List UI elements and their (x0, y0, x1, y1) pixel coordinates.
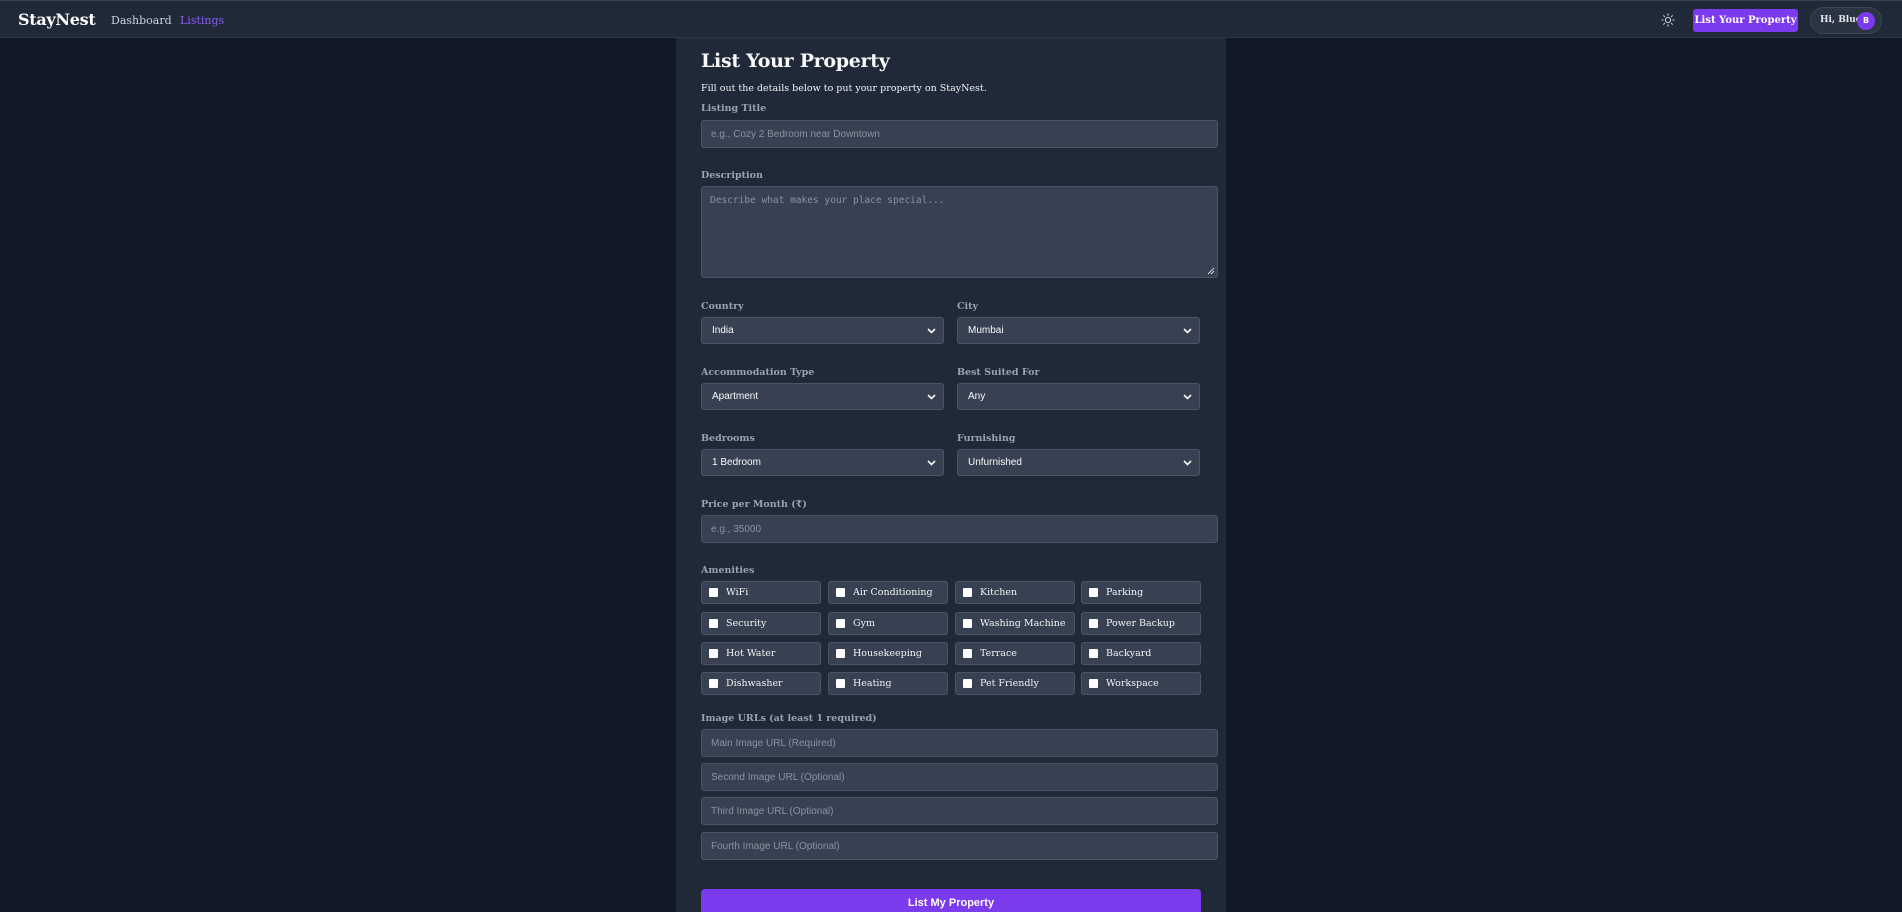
amenity-checkbox[interactable] (836, 588, 845, 597)
amenity-label: WiFi (726, 587, 749, 598)
amenity-checkbox[interactable] (1089, 588, 1098, 597)
bedrooms-label: Bedrooms (701, 433, 755, 444)
amenity-label: Washing Machine (980, 618, 1066, 629)
furnishing-select[interactable]: Unfurnished (957, 449, 1200, 476)
amenity-label: Security (726, 618, 767, 629)
amenity-gym[interactable]: Gym (828, 612, 948, 635)
amenity-checkbox[interactable] (709, 649, 718, 658)
amenity-air-conditioning[interactable]: Air Conditioning (828, 581, 948, 604)
amenity-workspace[interactable]: Workspace (1081, 672, 1201, 695)
list-my-property-button[interactable]: List My Property (701, 889, 1201, 912)
top-navbar: StayNest Dashboard Listings List Your Pr… (0, 0, 1902, 38)
amenity-label: Heating (853, 678, 892, 689)
brand-logo[interactable]: StayNest (18, 10, 96, 29)
amenity-terrace[interactable]: Terrace (955, 642, 1075, 665)
amenity-checkbox[interactable] (963, 679, 972, 688)
amenity-checkbox[interactable] (963, 619, 972, 628)
amenity-housekeeping[interactable]: Housekeeping (828, 642, 948, 665)
user-menu[interactable]: Hi, Blue B (1810, 7, 1882, 34)
amenity-dishwasher[interactable]: Dishwasher (701, 672, 821, 695)
amenity-power-backup[interactable]: Power Backup (1081, 612, 1201, 635)
amenity-label: Air Conditioning (853, 587, 933, 598)
furnishing-label: Furnishing (957, 433, 1016, 444)
description-textarea[interactable] (701, 186, 1218, 278)
amenity-label: Kitchen (980, 587, 1018, 598)
third-image-url-input[interactable] (701, 797, 1218, 825)
accommodation-type-select[interactable]: Apartment (701, 383, 944, 410)
list-your-property-button[interactable]: List Your Property (1693, 9, 1798, 32)
city-select[interactable]: Mumbai (957, 317, 1200, 344)
sun-icon[interactable] (1661, 13, 1675, 27)
amenity-pet-friendly[interactable]: Pet Friendly (955, 672, 1075, 695)
description-label: Description (701, 170, 763, 181)
main-image-url-input[interactable] (701, 729, 1218, 757)
amenity-checkbox[interactable] (836, 649, 845, 658)
amenity-label: Workspace (1106, 678, 1159, 689)
amenity-checkbox[interactable] (709, 679, 718, 688)
amenity-checkbox[interactable] (836, 619, 845, 628)
best-suited-value: Any (968, 391, 986, 402)
amenity-checkbox[interactable] (963, 649, 972, 658)
listing-form-panel: List Your Property Fill out the details … (676, 38, 1226, 912)
country-value: India (712, 325, 734, 336)
amenity-checkbox[interactable] (1089, 619, 1098, 628)
amenity-washing-machine[interactable]: Washing Machine (955, 612, 1075, 635)
price-input[interactable] (701, 515, 1218, 543)
amenity-checkbox[interactable] (709, 619, 718, 628)
nav-link-listings[interactable]: Listings (180, 14, 224, 27)
avatar: B (1857, 12, 1875, 30)
chevron-down-icon (1183, 460, 1192, 466)
second-image-url-input[interactable] (701, 763, 1218, 791)
user-greeting: Hi, Blue (1820, 15, 1862, 25)
amenity-label: Terrace (980, 648, 1017, 659)
amenity-checkbox[interactable] (709, 588, 718, 597)
best-suited-label: Best Suited For (957, 367, 1040, 378)
country-label: Country (701, 301, 744, 312)
fourth-image-url-input[interactable] (701, 832, 1218, 860)
amenity-label: Hot Water (726, 648, 776, 659)
amenity-label: Parking (1106, 587, 1144, 598)
amenity-label: Housekeeping (853, 648, 922, 659)
city-label: City (957, 301, 979, 312)
page-title: List Your Property (701, 50, 890, 72)
resize-handle-icon[interactable] (1207, 267, 1215, 275)
page-subtitle: Fill out the details below to put your p… (701, 83, 987, 94)
furnishing-value: Unfurnished (968, 457, 1022, 468)
listing-title-label: Listing Title (701, 103, 767, 114)
amenity-hot-water[interactable]: Hot Water (701, 642, 821, 665)
amenities-label: Amenities (701, 565, 755, 576)
chevron-down-icon (1183, 328, 1192, 334)
amenity-label: Pet Friendly (980, 678, 1039, 689)
amenity-heating[interactable]: Heating (828, 672, 948, 695)
accommodation-type-label: Accommodation Type (701, 367, 815, 378)
amenity-security[interactable]: Security (701, 612, 821, 635)
amenity-checkbox[interactable] (1089, 679, 1098, 688)
amenity-checkbox[interactable] (963, 588, 972, 597)
amenity-label: Dishwasher (726, 678, 783, 689)
image-urls-label: Image URLs (at least 1 required) (701, 713, 877, 724)
amenity-checkbox[interactable] (1089, 649, 1098, 658)
amenity-label: Gym (853, 618, 875, 629)
amenity-checkbox[interactable] (836, 679, 845, 688)
chevron-down-icon (927, 394, 936, 400)
amenity-wifi[interactable]: WiFi (701, 581, 821, 604)
amenity-label: Power Backup (1106, 618, 1175, 629)
bedrooms-value: 1 Bedroom (712, 457, 761, 468)
amenity-parking[interactable]: Parking (1081, 581, 1201, 604)
amenity-label: Backyard (1106, 648, 1152, 659)
amenity-kitchen[interactable]: Kitchen (955, 581, 1075, 604)
chevron-down-icon (927, 328, 936, 334)
accommodation-type-value: Apartment (712, 391, 759, 402)
amenity-backyard[interactable]: Backyard (1081, 642, 1201, 665)
price-label: Price per Month (₹) (701, 499, 807, 510)
city-value: Mumbai (968, 325, 1004, 336)
best-suited-select[interactable]: Any (957, 383, 1200, 410)
listing-title-input[interactable] (701, 120, 1218, 148)
country-select[interactable]: India (701, 317, 944, 344)
nav-link-dashboard[interactable]: Dashboard (111, 14, 172, 27)
bedrooms-select[interactable]: 1 Bedroom (701, 449, 944, 476)
chevron-down-icon (927, 460, 936, 466)
chevron-down-icon (1183, 394, 1192, 400)
